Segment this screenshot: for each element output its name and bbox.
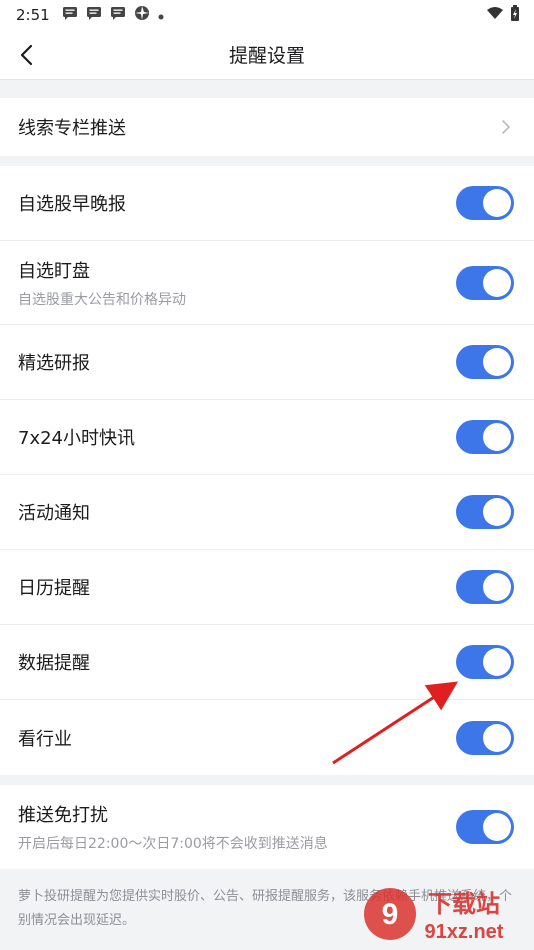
aperture-icon (134, 5, 150, 25)
status-bar: 2:51 (0, 0, 534, 30)
toggle-switch[interactable] (456, 495, 514, 529)
setting-row-industry: 看行业 (0, 700, 534, 775)
watermark-brand: 下载站 (428, 890, 500, 918)
toggle-knob (483, 723, 511, 752)
setting-label: 精选研报 (18, 353, 90, 374)
setting-row-activity: 活动通知 (0, 475, 534, 550)
message-icon (86, 6, 102, 24)
clue-column-push-row[interactable]: 线索专栏推送 (0, 98, 534, 156)
toggle-knob (483, 573, 511, 601)
setting-label: 自选盯盘 (18, 260, 90, 282)
toggle-switch[interactable] (456, 810, 514, 844)
toggle-switch[interactable] (456, 265, 514, 300)
message-icon (110, 6, 126, 24)
setting-row-research: 精选研报 (0, 325, 534, 400)
setting-label: 看行业 (18, 728, 72, 750)
setting-row-watchlist-report: 自选股早晚报 (0, 166, 534, 241)
back-button[interactable] (12, 40, 42, 70)
toggle-switch[interactable] (456, 570, 514, 604)
battery-icon (510, 5, 520, 25)
setting-row-flash-news: 7x24小时快讯 (0, 400, 534, 475)
setting-row-calendar: 日历提醒 (0, 550, 534, 625)
page-title: 提醒设置 (228, 45, 305, 67)
setting-row-data: 数据提醒 (0, 625, 534, 700)
toggle-switch[interactable] (456, 720, 514, 755)
chevron-right-icon (502, 120, 510, 134)
setting-label: 数据提醒 (18, 653, 90, 674)
chevron-left-icon (20, 44, 33, 66)
toggle-knob (483, 423, 511, 451)
setting-label: 活动通知 (18, 503, 90, 524)
dnd-section: 推送免打扰 开启后每日22:00～次日7:00将不会收到推送消息 (0, 785, 534, 869)
wifi-icon (486, 6, 504, 24)
toggle-knob (483, 813, 511, 841)
settings-section: 自选股早晚报 自选盯盘 自选股重大公告和价格异动 精选研报 7x24小时快讯 活… (0, 166, 534, 775)
setting-description: 开启后每日22:00～次日7:00将不会收到推送消息 (18, 836, 328, 852)
setting-label: 推送免打扰 (18, 805, 108, 826)
toggle-switch[interactable] (456, 645, 514, 679)
setting-description: 自选股重大公告和价格异动 (18, 291, 186, 308)
clue-column-push-label: 线索专栏推送 (18, 118, 126, 139)
toggle-knob (483, 189, 511, 217)
site-watermark: 9 下载站 91xz.net (360, 880, 530, 948)
setting-row-watchlist-monitor: 自选盯盘 自选股重大公告和价格异动 (0, 241, 534, 325)
message-icon (62, 6, 78, 24)
setting-label: 自选股早晚报 (18, 194, 126, 215)
toggle-knob (483, 648, 511, 676)
svg-text:9: 9 (382, 898, 399, 931)
toggle-knob (483, 498, 511, 526)
toggle-knob (483, 268, 511, 297)
clue-section: 线索专栏推送 (0, 98, 534, 156)
watermark-domain: 91xz.net (425, 921, 504, 943)
top-app-bar: 提醒设置 (0, 30, 534, 80)
setting-label: 7x24小时快讯 (18, 428, 136, 449)
toggle-switch[interactable] (456, 345, 514, 379)
setting-row-do-not-disturb: 推送免打扰 开启后每日22:00～次日7:00将不会收到推送消息 (0, 785, 534, 869)
status-time: 2:51 (16, 6, 50, 24)
notification-dot-icon (158, 6, 164, 24)
toggle-switch[interactable] (456, 420, 514, 454)
toggle-knob (483, 348, 511, 376)
setting-label: 日历提醒 (18, 578, 90, 599)
toggle-switch[interactable] (456, 186, 514, 220)
